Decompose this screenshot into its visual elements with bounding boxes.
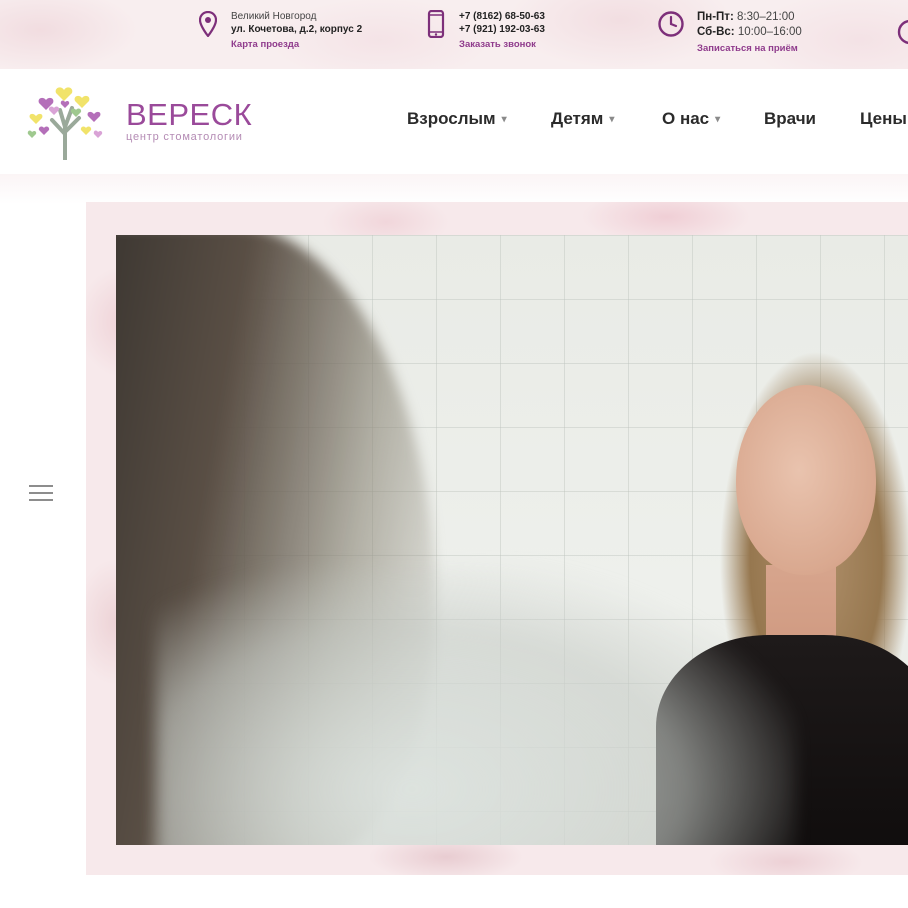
map-pin-icon: [197, 10, 219, 38]
site-header: ВЕРЕСК центр стоматологии Взрослым ▾ Детя…: [0, 69, 908, 174]
weekend-hours: Сб-Вс: 10:00–16:00: [697, 26, 802, 38]
main-nav: Взрослым ▾ Детям ▾ О нас ▾ Врачи Цены: [0, 109, 908, 133]
route-map-link[interactable]: Карта проезда: [231, 38, 362, 51]
address-block: Великий Новгород ул. Кочетова, д.2, корп…: [197, 10, 362, 51]
main-content: [0, 174, 908, 908]
chevron-down-icon: ▾: [715, 114, 721, 125]
chevron-down-icon: ▾: [609, 114, 615, 125]
nav-item-children[interactable]: Детям ▾: [551, 109, 614, 129]
hero-photo: [116, 235, 908, 845]
weekday-hours: Пн-Пт: 8:30–21:00: [697, 11, 795, 23]
mobile-phone-icon: [425, 10, 447, 38]
hamburger-menu-icon[interactable]: [29, 485, 53, 503]
chevron-down-icon: ▾: [501, 114, 507, 125]
book-appointment-link[interactable]: Записаться на приём: [697, 41, 802, 56]
nav-item-prices[interactable]: Цены: [860, 109, 907, 129]
top-info-bar: Великий Новгород ул. Кочетова, д.2, корп…: [0, 0, 908, 69]
nav-item-doctors[interactable]: Врачи: [764, 109, 816, 129]
nav-item-label: О нас: [662, 109, 710, 128]
nav-item-label: Цены: [860, 109, 907, 128]
clock-icon: [657, 10, 685, 38]
nav-item-label: Взрослым: [407, 109, 496, 128]
hours-block: Пн-Пт: 8:30–21:00 Сб-Вс: 10:00–16:00 Зап…: [657, 10, 802, 56]
address-city: Великий Новгород: [231, 11, 317, 22]
nav-item-label: Детям: [551, 109, 604, 128]
nav-item-adults[interactable]: Взрослым ▾: [407, 109, 507, 129]
nav-item-label: Врачи: [764, 109, 817, 128]
phone-number-1[interactable]: +7 (8162) 68-50-63: [459, 10, 545, 23]
phone-number-2[interactable]: +7 (921) 192-03-63: [459, 23, 545, 36]
address-street: ул. Кочетова, д.2, корпус 2: [231, 24, 363, 35]
partial-icon: [896, 19, 908, 51]
nav-item-about[interactable]: О нас ▾: [662, 109, 720, 129]
request-call-link[interactable]: Заказать звонок: [459, 38, 545, 51]
hero-floral-frame: [86, 202, 908, 875]
phone-block: +7 (8162) 68-50-63 +7 (921) 192-03-63 За…: [425, 10, 545, 51]
